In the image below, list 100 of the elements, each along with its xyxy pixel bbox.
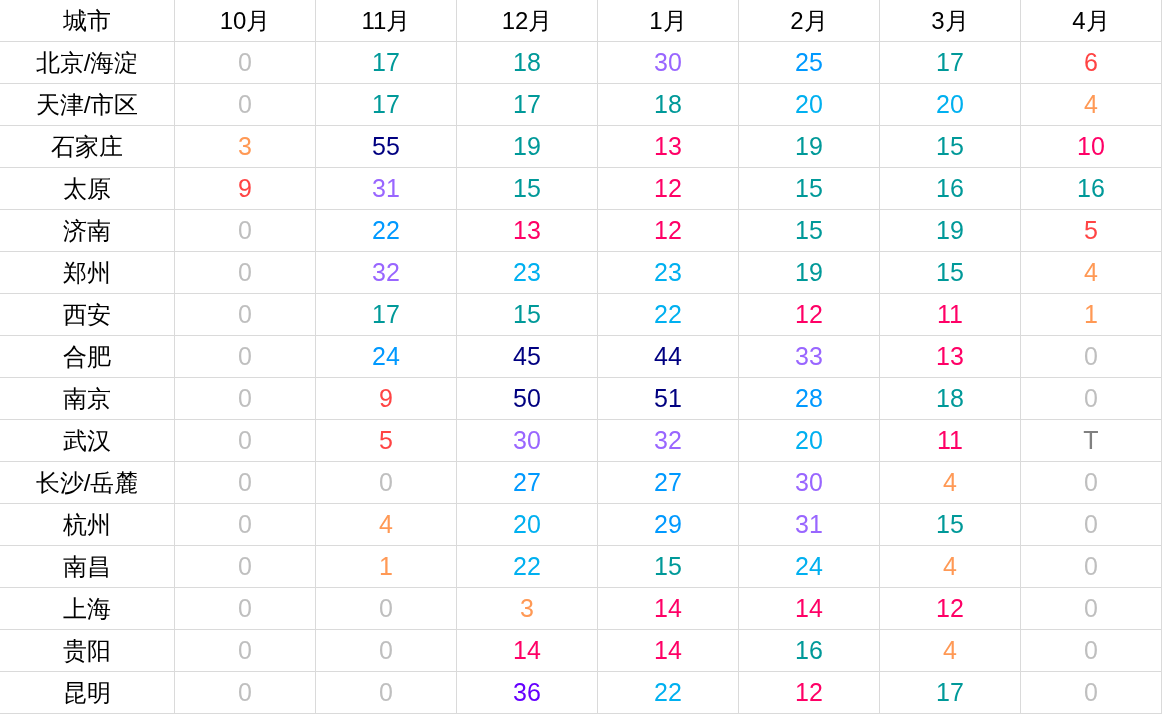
table-cell: 11 <box>880 294 1021 336</box>
table-cell: 22 <box>316 210 457 252</box>
table-cell: 0 <box>316 630 457 672</box>
table-cell: 15 <box>598 546 739 588</box>
table-cell: 12 <box>739 672 880 714</box>
table-cell: 0 <box>1021 672 1162 714</box>
table-cell: 6 <box>1021 42 1162 84</box>
table-cell: 20 <box>739 420 880 462</box>
table-cell: 0 <box>316 672 457 714</box>
table-cell: 17 <box>457 84 598 126</box>
table-cell: 33 <box>739 336 880 378</box>
table-cell: 30 <box>598 42 739 84</box>
table-cell: 24 <box>316 336 457 378</box>
table-cell: 17 <box>316 84 457 126</box>
table-cell: 25 <box>739 42 880 84</box>
table-cell: 36 <box>457 672 598 714</box>
table-cell: 0 <box>175 336 316 378</box>
table-cell: 20 <box>457 504 598 546</box>
column-header: 城市 <box>0 0 175 42</box>
table-cell: 17 <box>880 672 1021 714</box>
table-cell: 24 <box>739 546 880 588</box>
table-cell: 17 <box>316 42 457 84</box>
table-cell: 19 <box>880 210 1021 252</box>
table-cell: 15 <box>739 168 880 210</box>
table-cell: 55 <box>316 126 457 168</box>
city-cell: 北京/海淀 <box>0 42 175 84</box>
table-cell: 32 <box>316 252 457 294</box>
table-cell: 31 <box>739 504 880 546</box>
table-cell: 22 <box>598 294 739 336</box>
table-cell: 1 <box>316 546 457 588</box>
table-cell: 4 <box>1021 84 1162 126</box>
column-header: 2月 <box>739 0 880 42</box>
table-cell: 0 <box>175 546 316 588</box>
table-cell: 23 <box>598 252 739 294</box>
table-cell: 31 <box>316 168 457 210</box>
table-cell: 0 <box>175 210 316 252</box>
column-header: 1月 <box>598 0 739 42</box>
table-cell: 19 <box>739 126 880 168</box>
table-cell: 4 <box>880 462 1021 504</box>
table-cell: 1 <box>1021 294 1162 336</box>
table-cell: 0 <box>175 630 316 672</box>
table-cell: 30 <box>739 462 880 504</box>
table-cell: 12 <box>598 210 739 252</box>
city-cell: 长沙/岳麓 <box>0 462 175 504</box>
city-cell: 天津/市区 <box>0 84 175 126</box>
table-cell: 12 <box>739 294 880 336</box>
table-cell: 16 <box>739 630 880 672</box>
table-cell: 15 <box>880 504 1021 546</box>
column-header: 10月 <box>175 0 316 42</box>
table-cell: 14 <box>457 630 598 672</box>
table-cell: 22 <box>457 546 598 588</box>
table-cell: 0 <box>1021 588 1162 630</box>
table-cell: 0 <box>1021 462 1162 504</box>
city-cell: 南京 <box>0 378 175 420</box>
table-cell: 13 <box>457 210 598 252</box>
table-cell: 9 <box>316 378 457 420</box>
table-cell: 32 <box>598 420 739 462</box>
table-cell: 4 <box>316 504 457 546</box>
column-header: 4月 <box>1021 0 1162 42</box>
table-cell: 0 <box>316 588 457 630</box>
table-cell: 0 <box>175 252 316 294</box>
table-cell: 14 <box>739 588 880 630</box>
table-cell: 12 <box>598 168 739 210</box>
city-cell: 石家庄 <box>0 126 175 168</box>
city-cell: 太原 <box>0 168 175 210</box>
table-cell: 27 <box>598 462 739 504</box>
city-cell: 杭州 <box>0 504 175 546</box>
table-cell: 15 <box>739 210 880 252</box>
table-cell: 13 <box>880 336 1021 378</box>
table-cell: 28 <box>739 378 880 420</box>
table-cell: 0 <box>1021 336 1162 378</box>
table-cell: 16 <box>1021 168 1162 210</box>
city-cell: 合肥 <box>0 336 175 378</box>
column-header: 12月 <box>457 0 598 42</box>
table-cell: 15 <box>457 168 598 210</box>
table-cell: 14 <box>598 588 739 630</box>
table-cell: 30 <box>457 420 598 462</box>
table-cell: 15 <box>880 252 1021 294</box>
city-cell: 昆明 <box>0 672 175 714</box>
table-cell: 4 <box>880 546 1021 588</box>
table-cell: 0 <box>175 420 316 462</box>
table-cell: 0 <box>175 672 316 714</box>
city-cell: 武汉 <box>0 420 175 462</box>
column-header: 11月 <box>316 0 457 42</box>
table-cell: 27 <box>457 462 598 504</box>
table-cell: 0 <box>175 504 316 546</box>
table-cell: 17 <box>316 294 457 336</box>
table-cell: 18 <box>880 378 1021 420</box>
table-cell: 11 <box>880 420 1021 462</box>
table-cell: 19 <box>739 252 880 294</box>
table-cell: 0 <box>1021 378 1162 420</box>
table-cell: 50 <box>457 378 598 420</box>
table-cell: 18 <box>457 42 598 84</box>
table-cell: 10 <box>1021 126 1162 168</box>
city-cell: 郑州 <box>0 252 175 294</box>
table-cell: 15 <box>880 126 1021 168</box>
table-cell: 17 <box>880 42 1021 84</box>
table-cell: 9 <box>175 168 316 210</box>
table-cell: 0 <box>1021 504 1162 546</box>
table-cell: 23 <box>457 252 598 294</box>
